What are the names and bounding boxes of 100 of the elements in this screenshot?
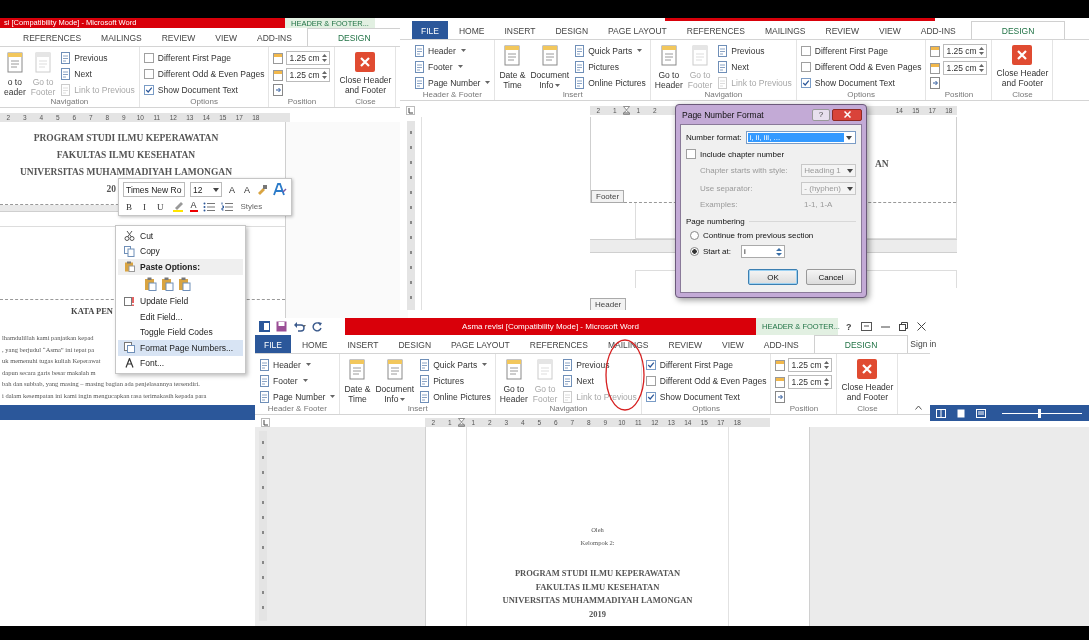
highlighter-icon[interactable] — [171, 201, 185, 212]
numbering-icon[interactable] — [220, 201, 234, 212]
ribbon-button[interactable]: o to eader — [4, 50, 26, 97]
menu-item[interactable]: Edit Field... — [118, 309, 243, 325]
ribbon-button[interactable]: Online Pictures — [574, 75, 646, 90]
checkbox-option[interactable]: Different First Page — [800, 43, 922, 58]
font-color-button[interactable]: A — [189, 201, 198, 212]
ribbon-button[interactable]: Go to Header — [654, 43, 683, 90]
checkbox[interactable] — [143, 52, 154, 63]
ribbon-tab[interactable]: FILE — [255, 335, 291, 353]
save-icon[interactable] — [276, 321, 287, 332]
ribbon-button[interactable]: Quick Parts — [574, 43, 646, 58]
shrink-font-button[interactable]: A — [242, 184, 253, 195]
ribbon-tab[interactable]: DESIGN — [813, 335, 909, 353]
spin-field[interactable]: 1.25 cm — [943, 61, 988, 75]
format-button[interactable]: B — [123, 201, 135, 212]
ribbon-button[interactable]: Go to Header — [499, 357, 528, 404]
checkbox-option[interactable]: Different First Page — [143, 50, 265, 65]
alignment-tab-icon[interactable] — [930, 77, 942, 89]
menu-item[interactable]: Toggle Field Codes — [118, 324, 243, 340]
styles-icon[interactable] — [273, 183, 288, 196]
ribbon-button[interactable]: Previous — [60, 50, 135, 65]
close-header-footer-button[interactable]: Close Header and Footer — [339, 50, 392, 95]
paste-option-icon[interactable] — [178, 277, 191, 291]
ribbon-button[interactable]: Footer — [414, 59, 491, 74]
undo-icon[interactable] — [293, 321, 306, 332]
dialog-button[interactable]: OK — [748, 269, 798, 285]
checkbox-option[interactable]: Different Odd & Even Pages — [645, 373, 767, 388]
font-size-field[interactable]: 12 — [190, 182, 222, 197]
radio-option[interactable]: Start at: — [686, 247, 731, 256]
checkbox[interactable] — [645, 391, 656, 402]
format-painter-icon[interactable] — [257, 184, 269, 195]
dialog-button[interactable]: Cancel — [806, 269, 856, 285]
read-mode-icon[interactable] — [936, 408, 946, 418]
menu-item[interactable]: Cut — [118, 228, 243, 244]
checkbox[interactable] — [143, 84, 154, 95]
ribbon-button[interactable]: Pictures — [419, 373, 491, 388]
checkbox[interactable] — [800, 61, 811, 72]
ribbon-button[interactable]: Date & Time — [344, 357, 371, 404]
print-layout-icon[interactable] — [956, 408, 966, 418]
ribbon-button[interactable]: Online Pictures — [419, 389, 491, 404]
font-name-field[interactable]: Times New Ro — [123, 182, 185, 197]
checkbox[interactable] — [143, 68, 154, 79]
ribbon-button[interactable]: Next — [562, 373, 637, 388]
ribbon-button[interactable]: Header — [414, 43, 491, 58]
checkbox[interactable] — [800, 77, 811, 88]
bullets-icon[interactable] — [202, 201, 216, 212]
checkbox-option[interactable]: Show Document Text — [645, 389, 767, 404]
checkbox-option[interactable]: Show Document Text — [800, 75, 922, 90]
checkbox-option[interactable]: Different Odd & Even Pages — [143, 66, 265, 81]
menu-item[interactable]: Copy — [118, 243, 243, 259]
indent-marker-icon[interactable] — [458, 417, 465, 427]
ribbon-button[interactable]: Pictures — [574, 59, 646, 74]
checkbox-option[interactable]: Different Odd & Even Pages — [800, 59, 922, 74]
ribbon-tab[interactable]: DESIGN — [970, 21, 1066, 39]
radio-option[interactable]: Continue from previous section — [686, 231, 814, 240]
grow-font-button[interactable]: A — [227, 184, 237, 195]
ribbon-button[interactable]: Footer — [259, 373, 336, 388]
checkbox-option[interactable]: Show Document Text — [143, 82, 265, 97]
menu-item[interactable]: Font... — [118, 355, 243, 371]
checkbox-option[interactable]: Include chapter number — [686, 149, 856, 159]
close-header-footer-button[interactable]: Close Header and Footer — [996, 43, 1049, 88]
ribbon-button[interactable]: Date & Time — [499, 43, 526, 90]
zoom-slider-thumb[interactable] — [1038, 408, 1041, 418]
alignment-tab-icon[interactable] — [273, 84, 285, 96]
spin-field[interactable]: 1.25 cm — [943, 44, 988, 58]
menu-item[interactable]: Format Page Numbers... — [118, 340, 243, 356]
ribbon-button[interactable]: Page Number — [259, 389, 336, 404]
ribbon-button[interactable]: Next — [60, 66, 135, 81]
ribbon-button[interactable]: Next — [717, 59, 792, 74]
format-button[interactable]: I — [140, 201, 149, 212]
menu-item[interactable]: Update Field — [118, 293, 243, 309]
sign-in-link[interactable]: Sign in — [910, 339, 937, 349]
tab-selector-icon[interactable] — [261, 417, 270, 427]
format-button[interactable]: U — [154, 201, 167, 212]
tab-selector-icon[interactable] — [406, 105, 415, 115]
word-icon[interactable] — [259, 321, 270, 332]
ribbon-button[interactable]: Document Info — [530, 43, 570, 90]
checkbox[interactable] — [686, 149, 696, 159]
paste-option-icon[interactable] — [144, 277, 157, 291]
checkbox[interactable] — [645, 359, 656, 370]
restore-icon[interactable] — [898, 322, 908, 331]
checkbox-option[interactable]: Different First Page — [645, 357, 767, 372]
ribbon-button[interactable]: Quick Parts — [419, 357, 491, 372]
close-header-footer-button[interactable]: Close Header and Footer — [841, 357, 894, 402]
checkbox[interactable] — [645, 375, 656, 386]
start-at-field[interactable]: i — [741, 245, 785, 258]
ribbon-button[interactable]: Page Number — [414, 75, 491, 90]
spin-field[interactable]: 1.25 cm — [286, 51, 331, 65]
alignment-tab-icon[interactable] — [775, 391, 787, 403]
radio-button[interactable] — [690, 247, 699, 256]
collapse-ribbon-icon[interactable] — [915, 405, 922, 410]
close-icon[interactable] — [916, 322, 926, 331]
spin-field[interactable]: 1.25 cm — [788, 358, 833, 372]
spin-field[interactable]: 1.25 cm — [788, 375, 833, 389]
checkbox[interactable] — [800, 45, 811, 56]
ribbon-button[interactable]: Previous — [717, 43, 792, 58]
radio-button[interactable] — [690, 231, 699, 240]
help-button[interactable]: ? — [812, 108, 830, 121]
indent-marker-icon[interactable] — [623, 105, 630, 115]
